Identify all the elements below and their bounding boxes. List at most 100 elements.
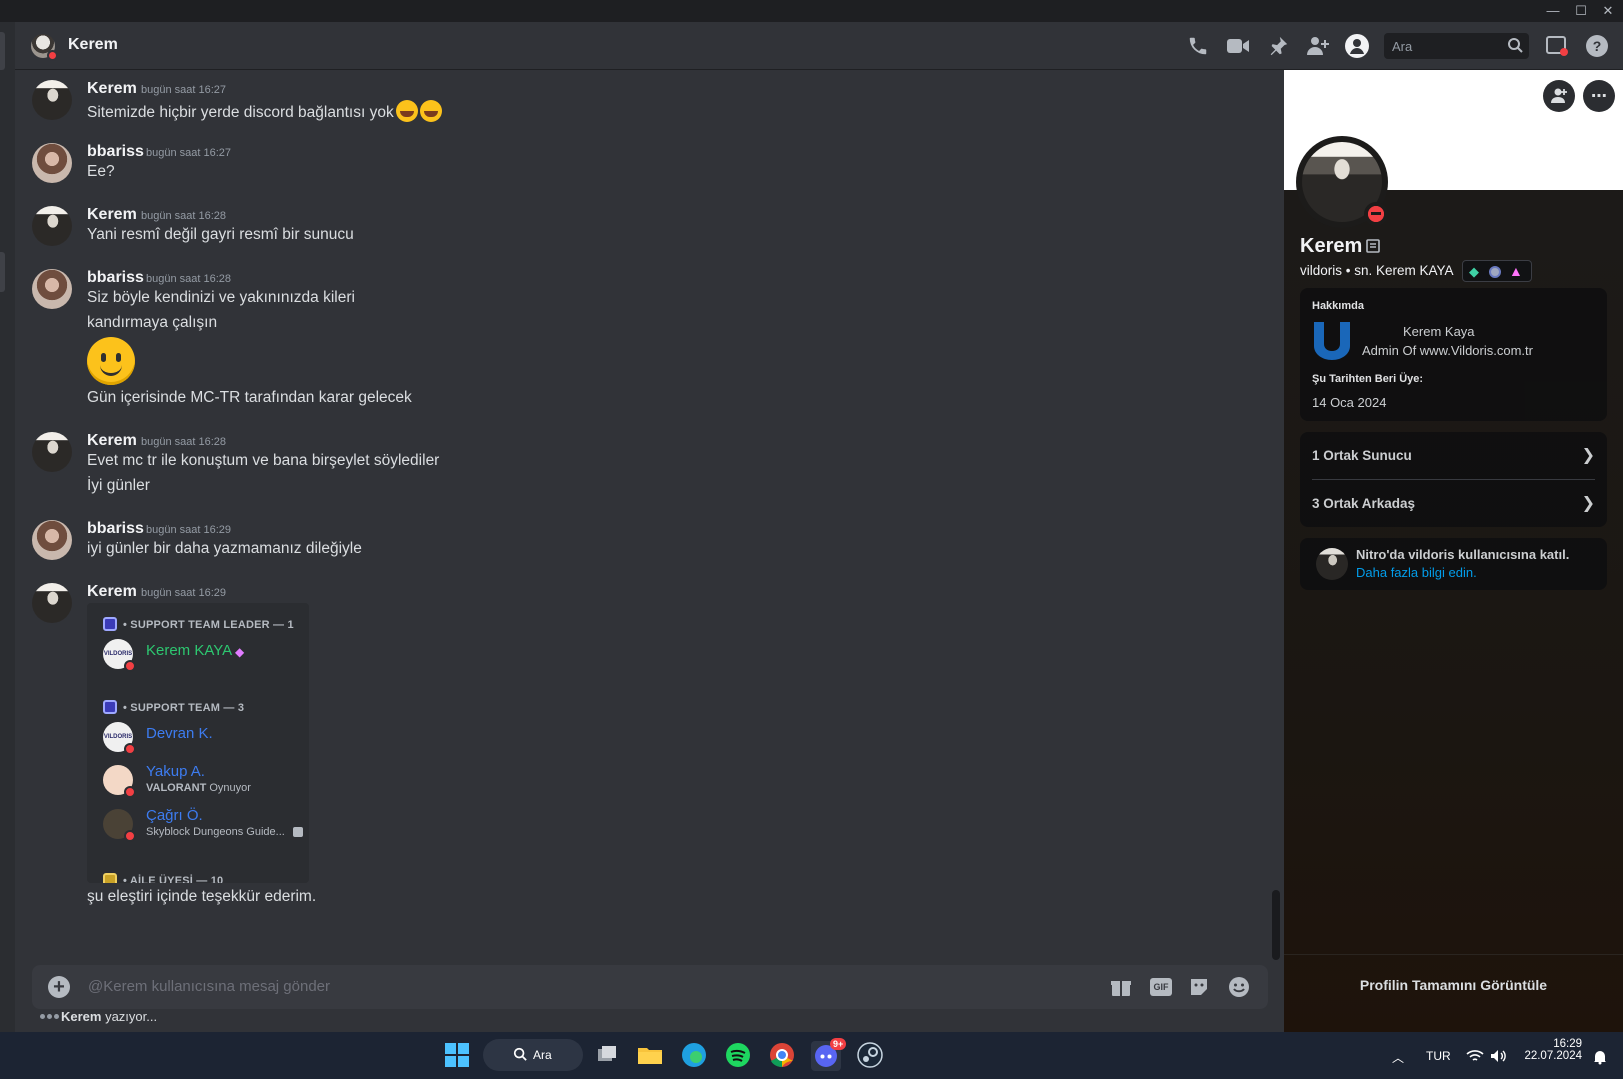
avatar[interactable] [32,520,72,560]
minimize-icon[interactable]: — [1540,1,1566,21]
status-icon [124,743,136,755]
note-icon[interactable] [1366,238,1382,259]
clock[interactable]: 16:29 22.07.2024 [1522,1038,1582,1062]
spotify-icon[interactable] [724,1041,754,1071]
sticker-icon[interactable] [1187,975,1211,999]
message-text: iyi günler bir daha yazmamanız dileğiyle [87,540,362,557]
rich-presence-icon [293,827,303,837]
boost-badge-icon[interactable]: ▲ [1509,263,1523,279]
volume-icon[interactable] [1490,1049,1508,1066]
windows-start-icon[interactable] [443,1041,473,1071]
emoji-picker-icon[interactable] [1227,975,1251,999]
typing-dot [54,1014,59,1019]
pin-icon[interactable] [1265,33,1291,59]
phone-call-icon[interactable] [1185,33,1211,59]
inbox-icon[interactable] [1544,33,1570,59]
add-friends-icon[interactable] [1305,33,1331,59]
discord-taskbar-icon[interactable]: 9+ [811,1038,847,1071]
activity-game: VALORANT [146,782,207,794]
member-since-date: 14 Oca 2024 [1312,395,1387,410]
edge-browser-icon[interactable] [680,1041,710,1071]
chrome-icon[interactable] [768,1041,798,1071]
help-icon[interactable]: ? [1584,33,1610,59]
avatar[interactable] [31,34,58,61]
message-author[interactable]: Kerem [87,583,137,601]
hypesquad-badge-icon[interactable]: ◆ [1469,264,1479,280]
close-icon[interactable]: ✕ [1595,1,1621,21]
role-section-label: • SUPPORT TEAM LEADER — 1 [123,619,294,631]
chevron-right-icon: ❯ [1581,495,1595,512]
avatar[interactable] [32,206,72,246]
server-sidebar-edge [0,22,15,1032]
view-full-profile-button[interactable]: Profilin Tamamını Görüntüle [1284,977,1623,993]
message-author[interactable]: Kerem [87,206,137,224]
avatar[interactable] [32,80,72,120]
mutual-friends-label: 3 Ortak Arkadaş [1312,496,1416,511]
wifi-icon[interactable] [1466,1049,1484,1066]
video-call-icon[interactable] [1225,33,1251,59]
message-list: Kerem bugün saat 16:27 Sitemizde hiçbir … [15,70,1270,960]
svg-text:?: ? [1593,38,1602,54]
message-author[interactable]: bbariss [87,520,144,538]
avatar-text: VILDORIS [103,734,133,740]
gif-button[interactable]: GIF [1150,978,1172,996]
message-author[interactable]: bbariss [87,269,144,287]
avatar-text: VILDORIS [103,651,133,657]
profile-username-line: vildoris • sn. Kerem KAYA [1300,263,1454,278]
page-title: Kerem [68,36,118,53]
avatar[interactable] [32,269,72,309]
mutual-servers-row[interactable]: 1 Ortak Sunucu ❯ [1300,432,1607,479]
message-timestamp: bugün saat 16:29 [146,524,232,536]
input-language[interactable]: TUR [1426,1049,1451,1063]
profile-avatar[interactable] [1296,136,1388,228]
message-author[interactable]: bbariss [87,143,144,161]
nitro-badge-icon[interactable] [1489,266,1501,278]
user-profile-toggle-icon[interactable] [1344,33,1370,59]
member-list-screenshot[interactable]: • SUPPORT TEAM LEADER — 1 VILDORIS Kerem… [87,603,309,883]
clock-time: 16:29 [1553,1038,1582,1050]
message-text: şu eleştiri içinde teşekkür ederim. [87,888,317,905]
message-timestamp: bugün saat 16:28 [146,273,232,285]
message-composer[interactable]: + @Kerem kullanıcısına mesaj gönder GIF [32,965,1268,1009]
server-pill[interactable] [0,32,5,70]
chevron-right-icon: ❯ [1581,447,1595,464]
nitro-learn-more-link[interactable]: Daha fazla bilgi edin. [1356,565,1477,580]
server-pill[interactable] [0,252,5,292]
file-explorer-icon[interactable] [636,1041,666,1071]
profile-username[interactable]: vildoris [1300,263,1342,278]
profile-badges: ◆ ▲ [1462,260,1532,282]
search-input[interactable]: Ara [1384,33,1529,59]
message-author[interactable]: Kerem [87,80,137,98]
taskbar-search[interactable]: Ara [483,1039,583,1071]
attach-plus-button[interactable]: + [48,976,70,998]
message: Kerem bugün saat 16:28 Evet mc tr ile ko… [15,432,1255,507]
avatar[interactable] [32,583,72,623]
maximize-icon[interactable]: ☐ [1568,1,1594,21]
add-friend-button[interactable] [1543,80,1575,112]
avatar[interactable] [32,432,72,472]
notification-bell-icon[interactable] [1592,1049,1608,1068]
about-line: Admin Of www.Vildoris.com.tr [1362,343,1533,358]
task-view-icon[interactable] [593,1041,623,1071]
channel-header: Kerem Ara ? [15,22,1623,70]
typing-dot [47,1014,52,1019]
member-activity: VALORANT Oynuyor [146,782,251,794]
avatar[interactable] [32,143,72,183]
message-timestamp: bugün saat 16:28 [141,436,227,448]
typing-dot [40,1014,45,1019]
search-icon [1507,37,1523,58]
mutual-friends-row[interactable]: 3 Ortak Arkadaş ❯ [1300,480,1607,527]
member-name: Yakup A. [146,763,205,780]
more-options-button[interactable]: ⋯ [1583,80,1615,112]
avatar [103,765,136,798]
member-name: Devran K. [146,725,213,742]
steam-icon[interactable] [856,1041,886,1071]
gift-icon[interactable] [1109,975,1133,999]
clock-date: 22.07.2024 [1524,1050,1582,1062]
divider [1284,954,1623,955]
chat-scrollbar[interactable] [1272,890,1280,960]
show-hidden-icons-chevron-up-icon[interactable]: ︿ [1392,1049,1404,1066]
search-icon [513,1047,527,1066]
taskbar-search-label: Ara [533,1048,552,1062]
message-author[interactable]: Kerem [87,432,137,450]
